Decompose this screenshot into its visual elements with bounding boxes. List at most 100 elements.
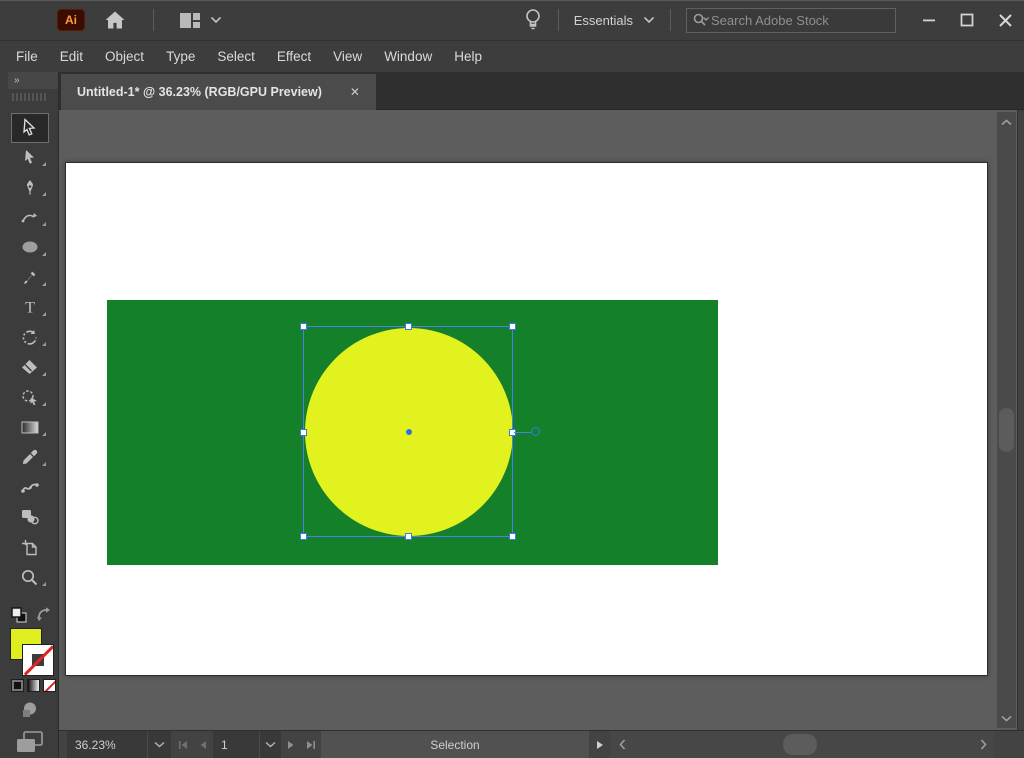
paintbrush-tool[interactable] [0,262,59,292]
rotate-tool[interactable] [0,322,59,352]
illustrator-window: Ai Essentials [0,0,1024,758]
blend-tool[interactable] [0,472,59,502]
drawing-mode-button[interactable] [19,700,39,725]
curvature-tool-icon [21,209,39,225]
shape-builder-tool[interactable] [0,382,59,412]
curvature-tool[interactable] [0,202,59,232]
selection-handle-top-middle[interactable] [405,323,412,330]
zoom-level-field[interactable]: 36.23% [67,731,147,758]
chevron-left-icon [619,739,626,750]
stock-search-input[interactable] [711,13,889,28]
stroke-none-slash [24,645,54,675]
selection-handle-middle-right[interactable] [509,429,516,436]
selection-handle-middle-left[interactable] [300,429,307,436]
document-tabbar: Untitled-1* @ 36.23% (RGB/GPU Preview) ✕ [59,72,1024,110]
artboard-number-field[interactable]: 1 [213,731,259,758]
selection-tool[interactable] [0,112,59,142]
pen-tool[interactable] [0,172,59,202]
menubar: File Edit Object Type Select Effect View… [0,40,1024,72]
none-mode-button[interactable] [43,679,56,692]
horizontal-scrollbar-thumb[interactable] [783,734,817,755]
default-fill-stroke-icon [11,607,27,623]
zoom-tool-icon [21,569,38,586]
rotate-widget-handle[interactable] [531,427,540,436]
scroll-left-button[interactable] [613,731,631,758]
tools-list: T [0,112,58,592]
direct-selection-tool[interactable] [0,142,59,172]
default-fill-stroke-button[interactable] [11,607,27,628]
arrange-documents-icon [179,12,201,29]
titlebar-divider [153,9,154,31]
canvas-area[interactable] [59,110,1024,730]
close-button[interactable] [986,5,1024,35]
vertical-scrollbar[interactable] [997,112,1016,728]
tab-close-icon[interactable]: ✕ [350,85,360,99]
menu-select[interactable]: Select [206,41,266,73]
home-button[interactable] [102,7,128,33]
eraser-tool[interactable] [0,352,59,382]
menu-object[interactable]: Object [94,41,155,73]
color-mode-button[interactable] [11,679,24,692]
status-display[interactable]: Selection [321,731,589,758]
selection-handle-bottom-middle[interactable] [405,533,412,540]
selection-handle-bottom-left[interactable] [300,533,307,540]
gradient-mode-button[interactable] [27,679,40,692]
toolbar-grip-handle[interactable] [0,89,58,104]
menu-window[interactable]: Window [373,41,443,73]
menu-type[interactable]: Type [155,41,206,73]
blend-tool-icon [21,479,39,495]
artboard[interactable] [65,162,988,676]
stock-search-box[interactable] [686,8,896,33]
artboard-dropdown-button[interactable] [259,731,281,758]
zoom-tool[interactable] [0,562,59,592]
screen-mode-button[interactable] [16,731,43,758]
selection-tool-icon [21,118,38,136]
chevron-down-icon [154,741,165,748]
discover-button[interactable] [523,7,543,33]
paintbrush-tool-icon [22,269,38,285]
horizontal-scrollbar[interactable] [611,731,994,758]
artboard-tool[interactable] [0,532,59,562]
ellipse-tool[interactable] [0,232,59,262]
scroll-down-button[interactable] [997,710,1016,726]
first-artboard-button[interactable] [173,731,193,758]
scroll-up-button[interactable] [997,114,1016,130]
home-icon [103,8,127,32]
last-artboard-button[interactable] [301,731,321,758]
menu-view[interactable]: View [322,41,373,73]
flyout-arrow-icon [596,740,604,750]
selection-center-point[interactable] [406,429,412,435]
vertical-scrollbar-thumb[interactable] [999,408,1014,452]
app-logo[interactable]: Ai [57,9,85,31]
stroke-swatch[interactable] [22,644,54,676]
menu-file[interactable]: File [5,41,49,73]
menu-help[interactable]: Help [443,41,493,73]
artboard-tool-icon [21,539,38,556]
selection-handle-top-left[interactable] [300,323,307,330]
type-tool-icon: T [22,299,38,316]
type-tool[interactable]: T [0,292,59,322]
chevron-right-icon [980,739,987,750]
panel-dock-edge [1017,110,1024,730]
next-artboard-button[interactable] [281,731,301,758]
gradient-tool[interactable] [0,412,59,442]
swap-fill-stroke-button[interactable] [36,606,53,627]
maximize-icon [960,13,974,27]
toolbar-expand-button[interactable]: » [8,72,58,89]
minimize-button[interactable] [910,5,948,35]
status-flyout-button[interactable] [589,731,611,758]
selection-handle-top-right[interactable] [509,323,516,330]
menu-effect[interactable]: Effect [266,41,322,73]
workspace-switcher[interactable]: Essentials [574,13,655,28]
scroll-right-button[interactable] [974,731,992,758]
selection-handle-bottom-right[interactable] [509,533,516,540]
document-tab[interactable]: Untitled-1* @ 36.23% (RGB/GPU Preview) ✕ [61,74,376,110]
close-icon [998,13,1013,28]
maximize-button[interactable] [948,5,986,35]
menu-edit[interactable]: Edit [49,41,94,73]
zoom-dropdown-button[interactable] [147,731,171,758]
eyedropper-tool[interactable] [0,442,59,472]
arrange-documents-button[interactable] [179,12,222,29]
symbol-tool[interactable] [0,502,59,532]
previous-artboard-button[interactable] [193,731,213,758]
